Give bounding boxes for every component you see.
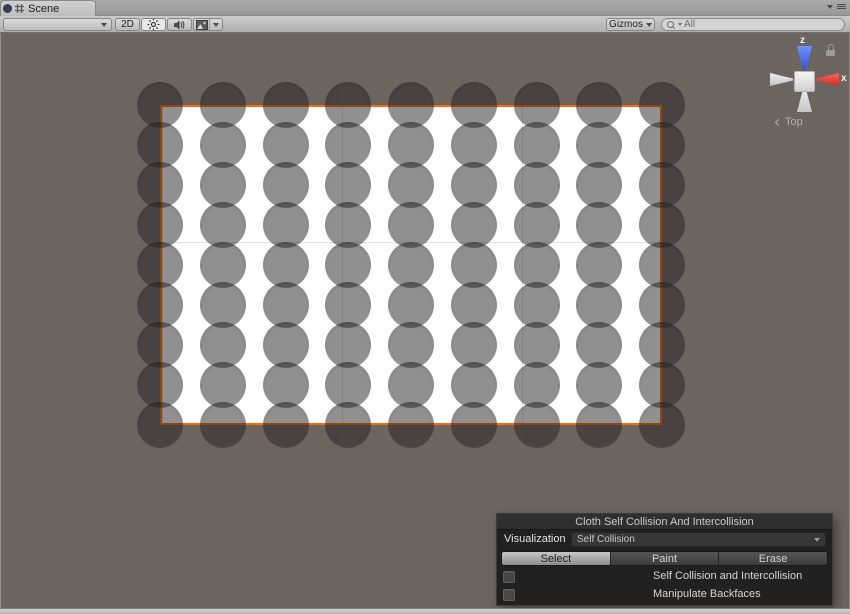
cloth-particle[interactable]	[514, 402, 560, 448]
panel-title: Cloth Self Collision And Intercollision	[497, 514, 832, 530]
cloth-particle[interactable]	[200, 402, 246, 448]
image-icon	[196, 20, 208, 30]
magnifier-icon	[666, 20, 676, 30]
chevron-down-icon	[101, 23, 107, 27]
manipulate-backfaces-checkbox-label: Manipulate Backfaces	[653, 588, 761, 600]
self-collision-checkbox-label: Self Collision and Intercollision	[653, 570, 802, 582]
scene-effects-button[interactable]	[193, 18, 223, 31]
gizmo-x-axis-cone[interactable]	[816, 73, 839, 86]
visualization-label: Visualization	[504, 533, 566, 545]
cloth-particle[interactable]	[325, 402, 371, 448]
paint-mode-button[interactable]: Paint	[611, 552, 720, 565]
self-collision-checkbox[interactable]	[503, 571, 515, 583]
erase-mode-button[interactable]: Erase	[719, 552, 827, 565]
window-bottom-edge	[0, 608, 850, 614]
speaker-icon	[173, 19, 186, 31]
cloth-particle[interactable]	[451, 402, 497, 448]
chevron-down-icon	[814, 538, 820, 542]
lock-icon[interactable]	[826, 44, 836, 55]
gizmo-neg-x-axis-cone[interactable]	[770, 73, 793, 86]
cloth-particle[interactable]	[639, 402, 685, 448]
toggle-2d-label: 2D	[121, 19, 134, 30]
gizmo-z-label: z	[800, 35, 805, 46]
gizmo-neg-z-axis-cone[interactable]	[797, 89, 812, 112]
tab-label: Scene	[28, 3, 59, 15]
mode-button-group: Select Paint Erase	[501, 551, 828, 566]
gizmo-cube[interactable]	[794, 71, 815, 92]
search-filter-chevron-icon	[678, 23, 682, 26]
hamburger-menu-icon[interactable]	[837, 4, 846, 9]
cloth-particle[interactable]	[388, 402, 434, 448]
cloth-self-collision-panel: Cloth Self Collision And Intercollision …	[496, 513, 833, 606]
tab-bar: Scene	[0, 0, 850, 16]
scene-toolbar: 2D	[0, 16, 850, 33]
render-mode-dropdown[interactable]	[3, 18, 112, 31]
gizmo-x-label: x	[841, 73, 847, 84]
visualization-value: Self Collision	[577, 534, 635, 545]
window-dot-icon	[3, 4, 12, 13]
gizmos-label: Gizmos	[609, 19, 643, 30]
visualization-dropdown[interactable]: Self Collision	[571, 532, 826, 547]
sun-icon	[147, 18, 160, 31]
chevron-down-icon[interactable]	[213, 23, 219, 27]
scene-search-field[interactable]: All	[661, 18, 845, 31]
chevron-left-icon	[775, 118, 782, 125]
divider	[209, 19, 210, 30]
scene-grid-icon	[14, 3, 25, 14]
select-mode-button[interactable]: Select	[502, 552, 611, 565]
gizmo-view-label: Top	[785, 116, 803, 128]
manipulate-backfaces-checkbox[interactable]	[503, 589, 515, 601]
cloth-particle[interactable]	[263, 402, 309, 448]
gizmo-z-axis-cone[interactable]	[797, 46, 812, 70]
toggle-2d-button[interactable]: 2D	[115, 18, 140, 31]
grid-line	[0, 492, 850, 493]
window-dropdown-icon[interactable]	[827, 5, 833, 9]
cloth-particle[interactable]	[576, 402, 622, 448]
chevron-down-icon	[646, 23, 652, 27]
search-value: All	[684, 19, 695, 30]
scene-audio-button[interactable]	[167, 18, 192, 31]
gizmos-dropdown[interactable]: Gizmos	[606, 18, 655, 31]
cloth-particle[interactable]	[137, 402, 183, 448]
tab-scene[interactable]: Scene	[0, 0, 96, 16]
scene-viewport[interactable]: z x Top Cloth Self Collision And Interco…	[0, 33, 850, 608]
gizmo-view-toggle[interactable]: Top	[776, 116, 824, 128]
unity-scene-window: Scene 2D	[0, 0, 850, 614]
scene-lighting-button[interactable]	[141, 18, 166, 31]
